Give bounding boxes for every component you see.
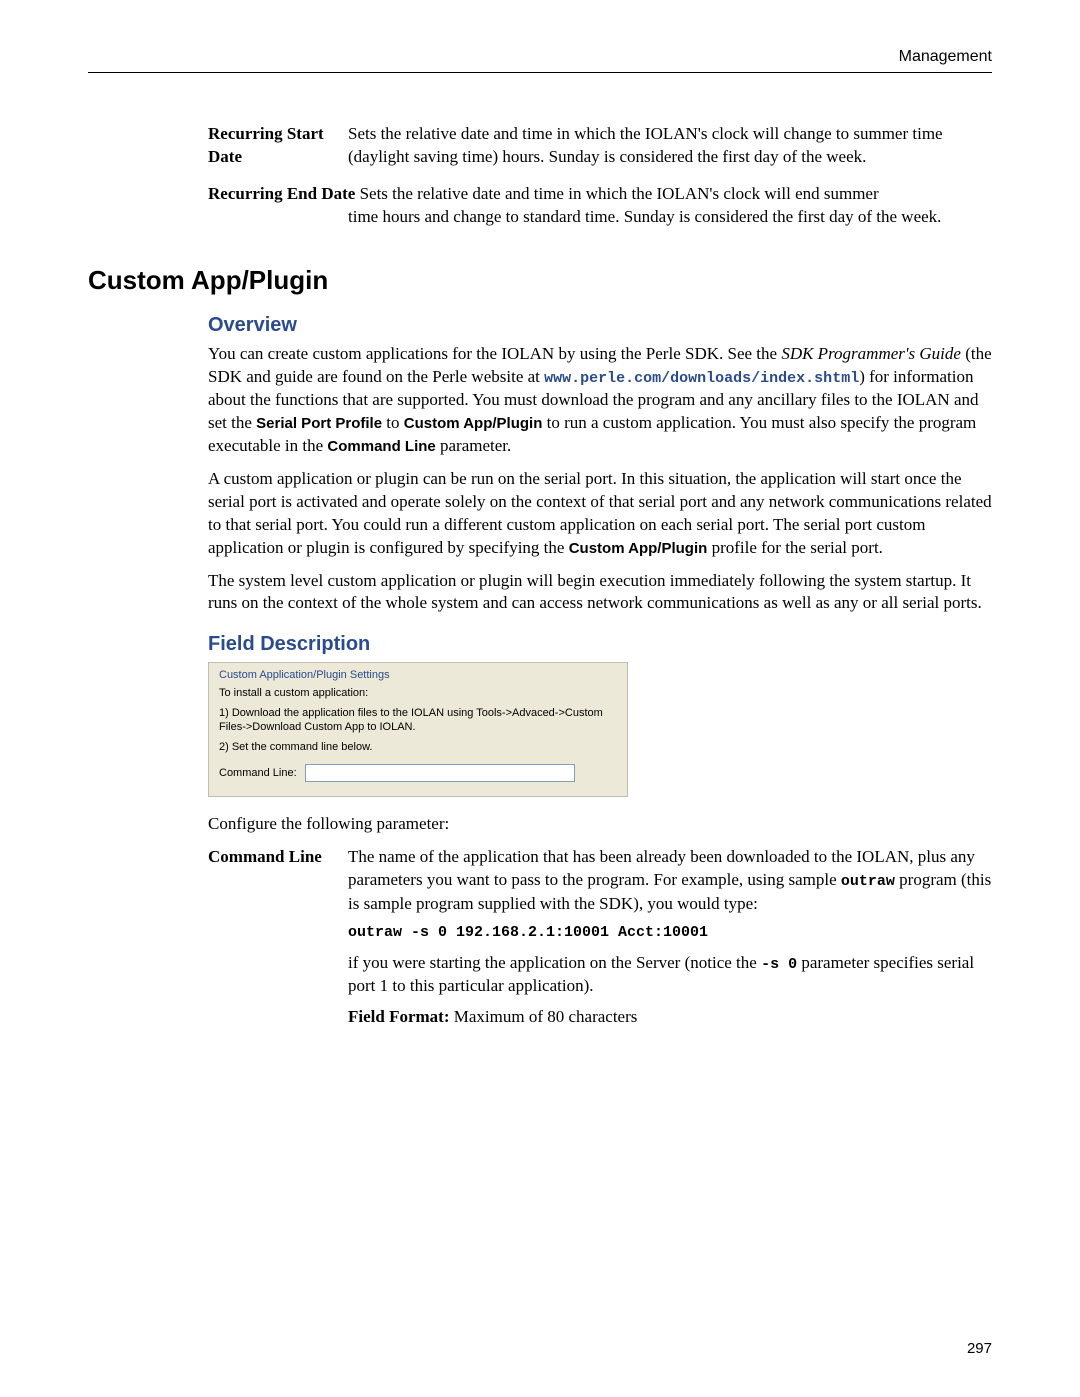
field-description-heading: Field Description — [208, 633, 992, 656]
panel-title: Custom Application/Plugin Settings — [219, 669, 617, 681]
param-term: Command Line — [208, 846, 348, 1037]
configure-parameter-line: Configure the following parameter: — [208, 813, 992, 836]
definitions-block: Recurring Start Date Sets the relative d… — [208, 123, 992, 229]
def-desc-first: Sets the relative date and time in which… — [360, 184, 879, 203]
param-command-line: Command Line The name of the application… — [208, 846, 992, 1037]
command-line-label: Command Line: — [219, 767, 297, 779]
custom-app-settings-panel: Custom Application/Plugin Settings To in… — [208, 662, 628, 797]
header-rule — [88, 72, 992, 73]
text: Maximum of 80 characters — [450, 1007, 638, 1026]
def-recurring-start: Recurring Start Date Sets the relative d… — [208, 123, 992, 169]
def-term: Recurring End Date — [208, 184, 355, 203]
running-header: Management — [88, 48, 992, 72]
flag-s0: -s 0 — [761, 956, 797, 973]
overview-block: Overview You can create custom applicati… — [208, 314, 992, 1037]
text: if you were starting the application on … — [348, 953, 761, 972]
text: You can create custom applications for t… — [208, 344, 781, 363]
text: parameter. — [436, 436, 512, 455]
section-title-custom-app: Custom App/Plugin — [88, 265, 992, 296]
param-desc: The name of the application that has bee… — [348, 846, 992, 1037]
command-example: outraw -s 0 192.168.2.1:10001 Acct:10001 — [348, 923, 992, 943]
page: Management Recurring Start Date Sets the… — [0, 0, 1080, 1397]
serial-port-profile-label: Serial Port Profile — [256, 415, 382, 432]
page-number: 297 — [967, 1340, 992, 1357]
sdk-guide-title: SDK Programmer's Guide — [781, 344, 961, 363]
command-line-label: Command Line — [327, 438, 435, 455]
panel-line-step1: 1) Download the application files to the… — [219, 707, 617, 735]
def-term: Recurring Start Date — [208, 123, 348, 169]
def-desc-rest: time hours and change to standard time. … — [348, 206, 992, 229]
command-line-input[interactable] — [305, 764, 575, 782]
text: to — [382, 413, 404, 432]
custom-app-plugin-label: Custom App/Plugin — [569, 540, 708, 557]
custom-app-plugin-label: Custom App/Plugin — [404, 415, 543, 432]
command-line-row: Command Line: — [219, 764, 617, 782]
text: profile for the serial port. — [707, 538, 883, 557]
def-desc: Sets the relative date and time in which… — [348, 123, 992, 169]
overview-p1: You can create custom applications for t… — [208, 343, 992, 458]
def-recurring-end: Recurring End Date Sets the relative dat… — [208, 183, 992, 229]
overview-heading: Overview — [208, 314, 992, 337]
panel-line-install: To install a custom application: — [219, 687, 617, 701]
field-format-label: Field Format: — [348, 1007, 450, 1026]
panel-line-step2: 2) Set the command line below. — [219, 741, 617, 755]
perle-downloads-link[interactable]: www.perle.com/downloads/index.shtml — [544, 370, 859, 387]
overview-p2: A custom application or plugin can be ru… — [208, 468, 992, 560]
outraw-program: outraw — [841, 873, 895, 890]
overview-p3: The system level custom application or p… — [208, 570, 992, 616]
